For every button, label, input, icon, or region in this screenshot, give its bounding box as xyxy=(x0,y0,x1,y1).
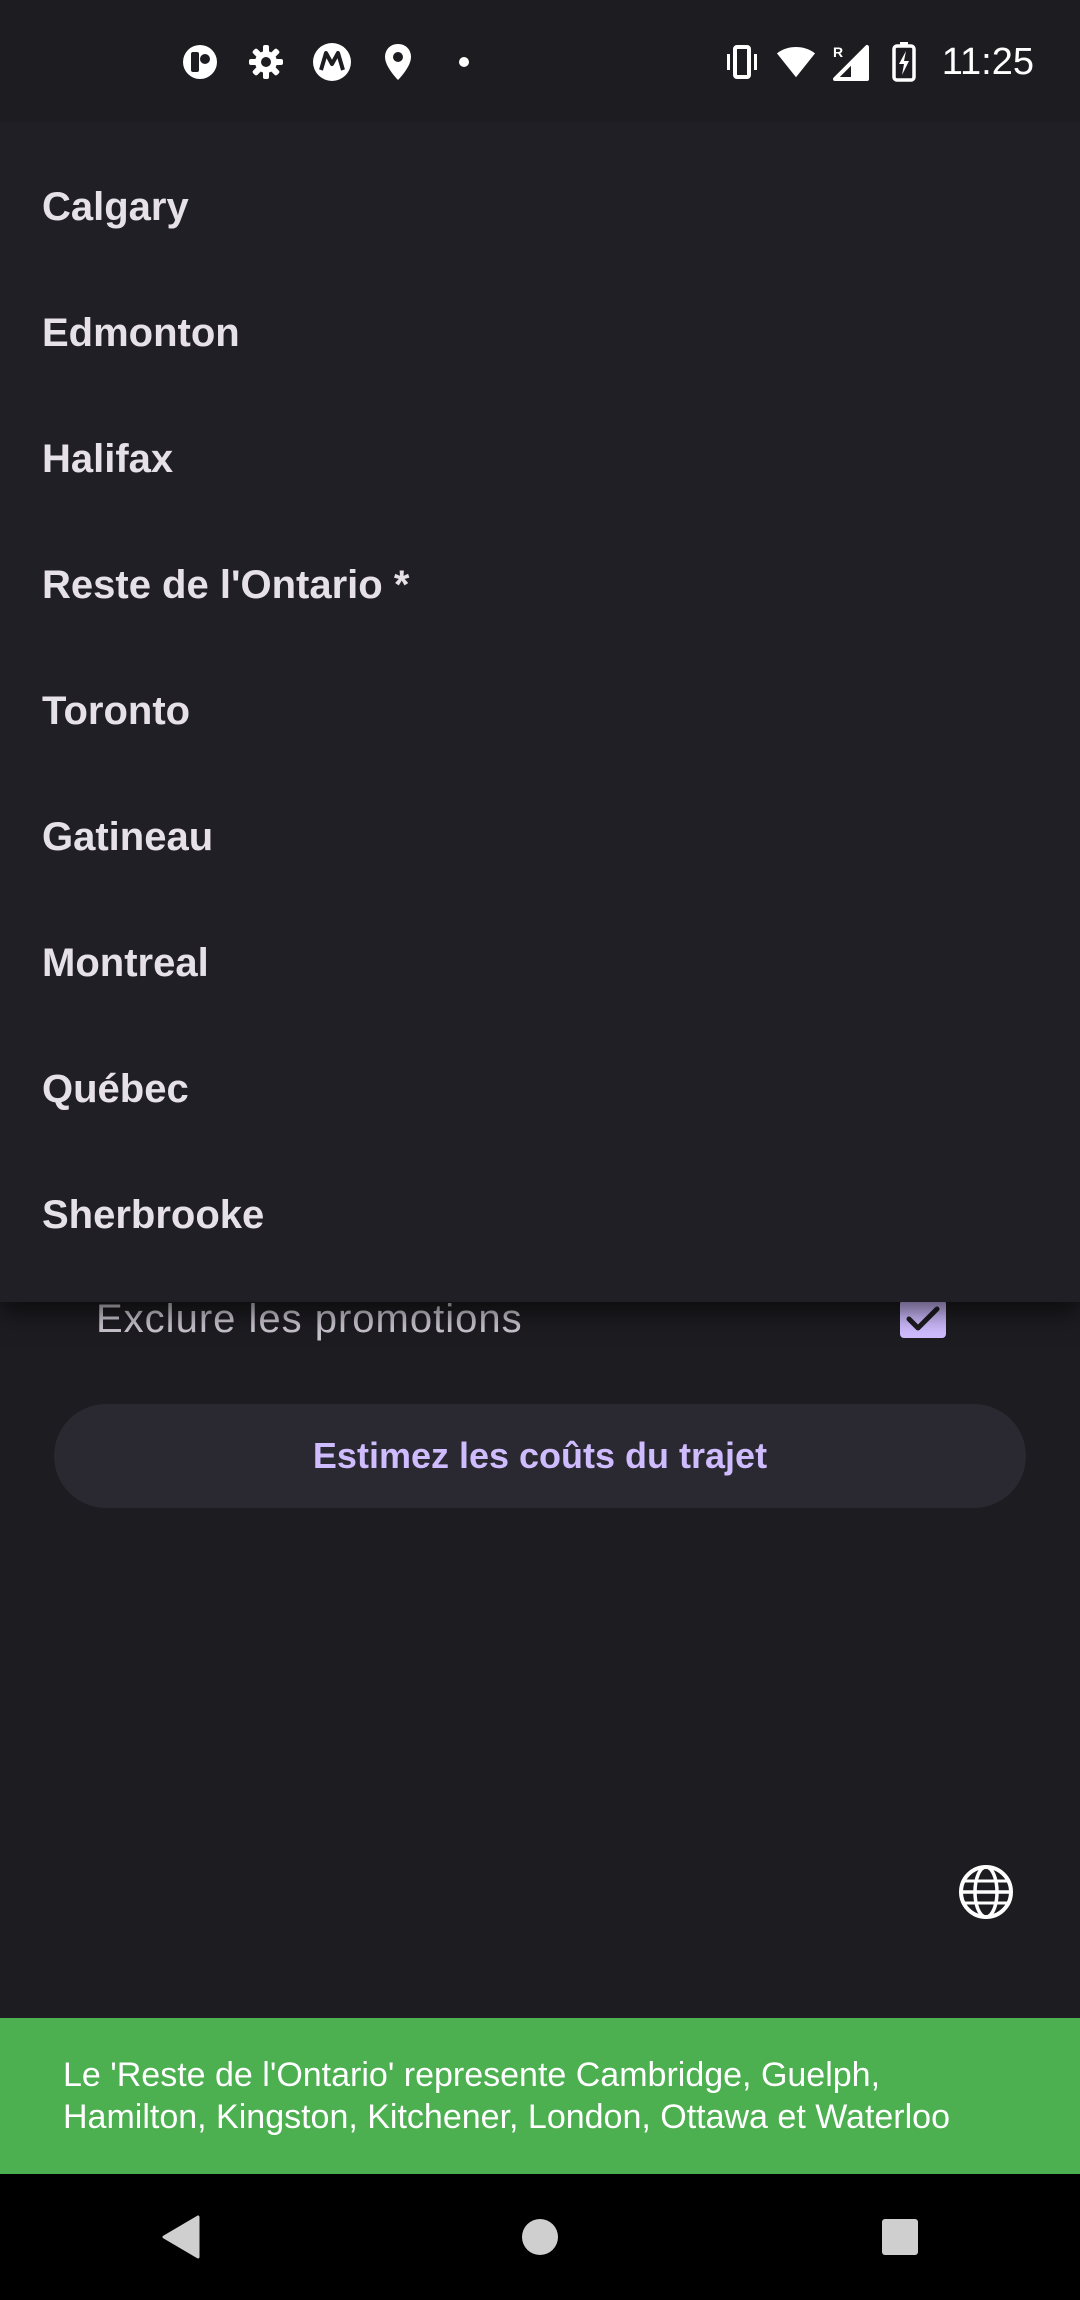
svg-text:R: R xyxy=(833,44,843,60)
snackbar-line-1: Le 'Reste de l'Ontario' represente Cambr… xyxy=(63,2056,881,2094)
system-navigation-bar xyxy=(0,2174,1080,2300)
status-time: 11:25 xyxy=(941,40,1034,83)
home-button[interactable] xyxy=(500,2197,580,2277)
vibrate-icon xyxy=(722,42,762,82)
menu-item-halifax[interactable]: Halifax xyxy=(0,396,1080,522)
menu-item-quebec[interactable]: Québec xyxy=(0,1026,1080,1152)
back-triangle-icon xyxy=(162,2215,200,2259)
info-snackbar: Le 'Reste de l'Ontario' represente Cambr… xyxy=(0,2018,1080,2174)
gear-icon xyxy=(246,42,286,82)
dot-icon xyxy=(444,42,484,82)
motorola-icon xyxy=(312,42,352,82)
lock-circle-icon xyxy=(180,42,220,82)
estimate-trip-costs-button[interactable]: Estimez les coûts du trajet xyxy=(54,1404,1026,1508)
status-bar-right-icons: R 11:25 xyxy=(722,36,1034,88)
exclude-promotions-label: Exclure les promotions xyxy=(96,1296,523,1341)
snackbar-line-2: Hamilton, Kingston, Kitchener, London, O… xyxy=(63,2098,951,2136)
back-button[interactable] xyxy=(140,2197,220,2277)
exclude-promotions-checkbox[interactable] xyxy=(900,1300,946,1338)
menu-item-montreal[interactable]: Montreal xyxy=(0,900,1080,1026)
home-circle-icon xyxy=(522,2219,558,2255)
battery-charging-icon xyxy=(884,42,924,82)
wifi-icon xyxy=(776,42,816,82)
status-bar-left-icons xyxy=(180,36,484,88)
menu-item-rest-of-ontario[interactable]: Reste de l'Ontario * xyxy=(0,522,1080,648)
checkmark-icon xyxy=(906,1306,940,1331)
location-pin-icon xyxy=(378,42,418,82)
globe-icon xyxy=(959,1865,1013,1919)
menu-item-edmonton[interactable]: Edmonton xyxy=(0,270,1080,396)
signal-roaming-icon: R xyxy=(830,42,870,82)
recents-square-icon xyxy=(882,2219,918,2255)
recents-button[interactable] xyxy=(860,2197,940,2277)
menu-item-sherbrooke[interactable]: Sherbrooke xyxy=(0,1152,1080,1278)
city-dropdown-menu: Calgary Edmonton Halifax Reste de l'Onta… xyxy=(0,122,1080,1302)
menu-item-gatineau[interactable]: Gatineau xyxy=(0,774,1080,900)
status-bar: R 11:25 xyxy=(0,0,1080,122)
menu-item-toronto[interactable]: Toronto xyxy=(0,648,1080,774)
menu-item-calgary[interactable]: Calgary xyxy=(0,144,1080,270)
language-globe-button[interactable] xyxy=(956,1862,1016,1922)
